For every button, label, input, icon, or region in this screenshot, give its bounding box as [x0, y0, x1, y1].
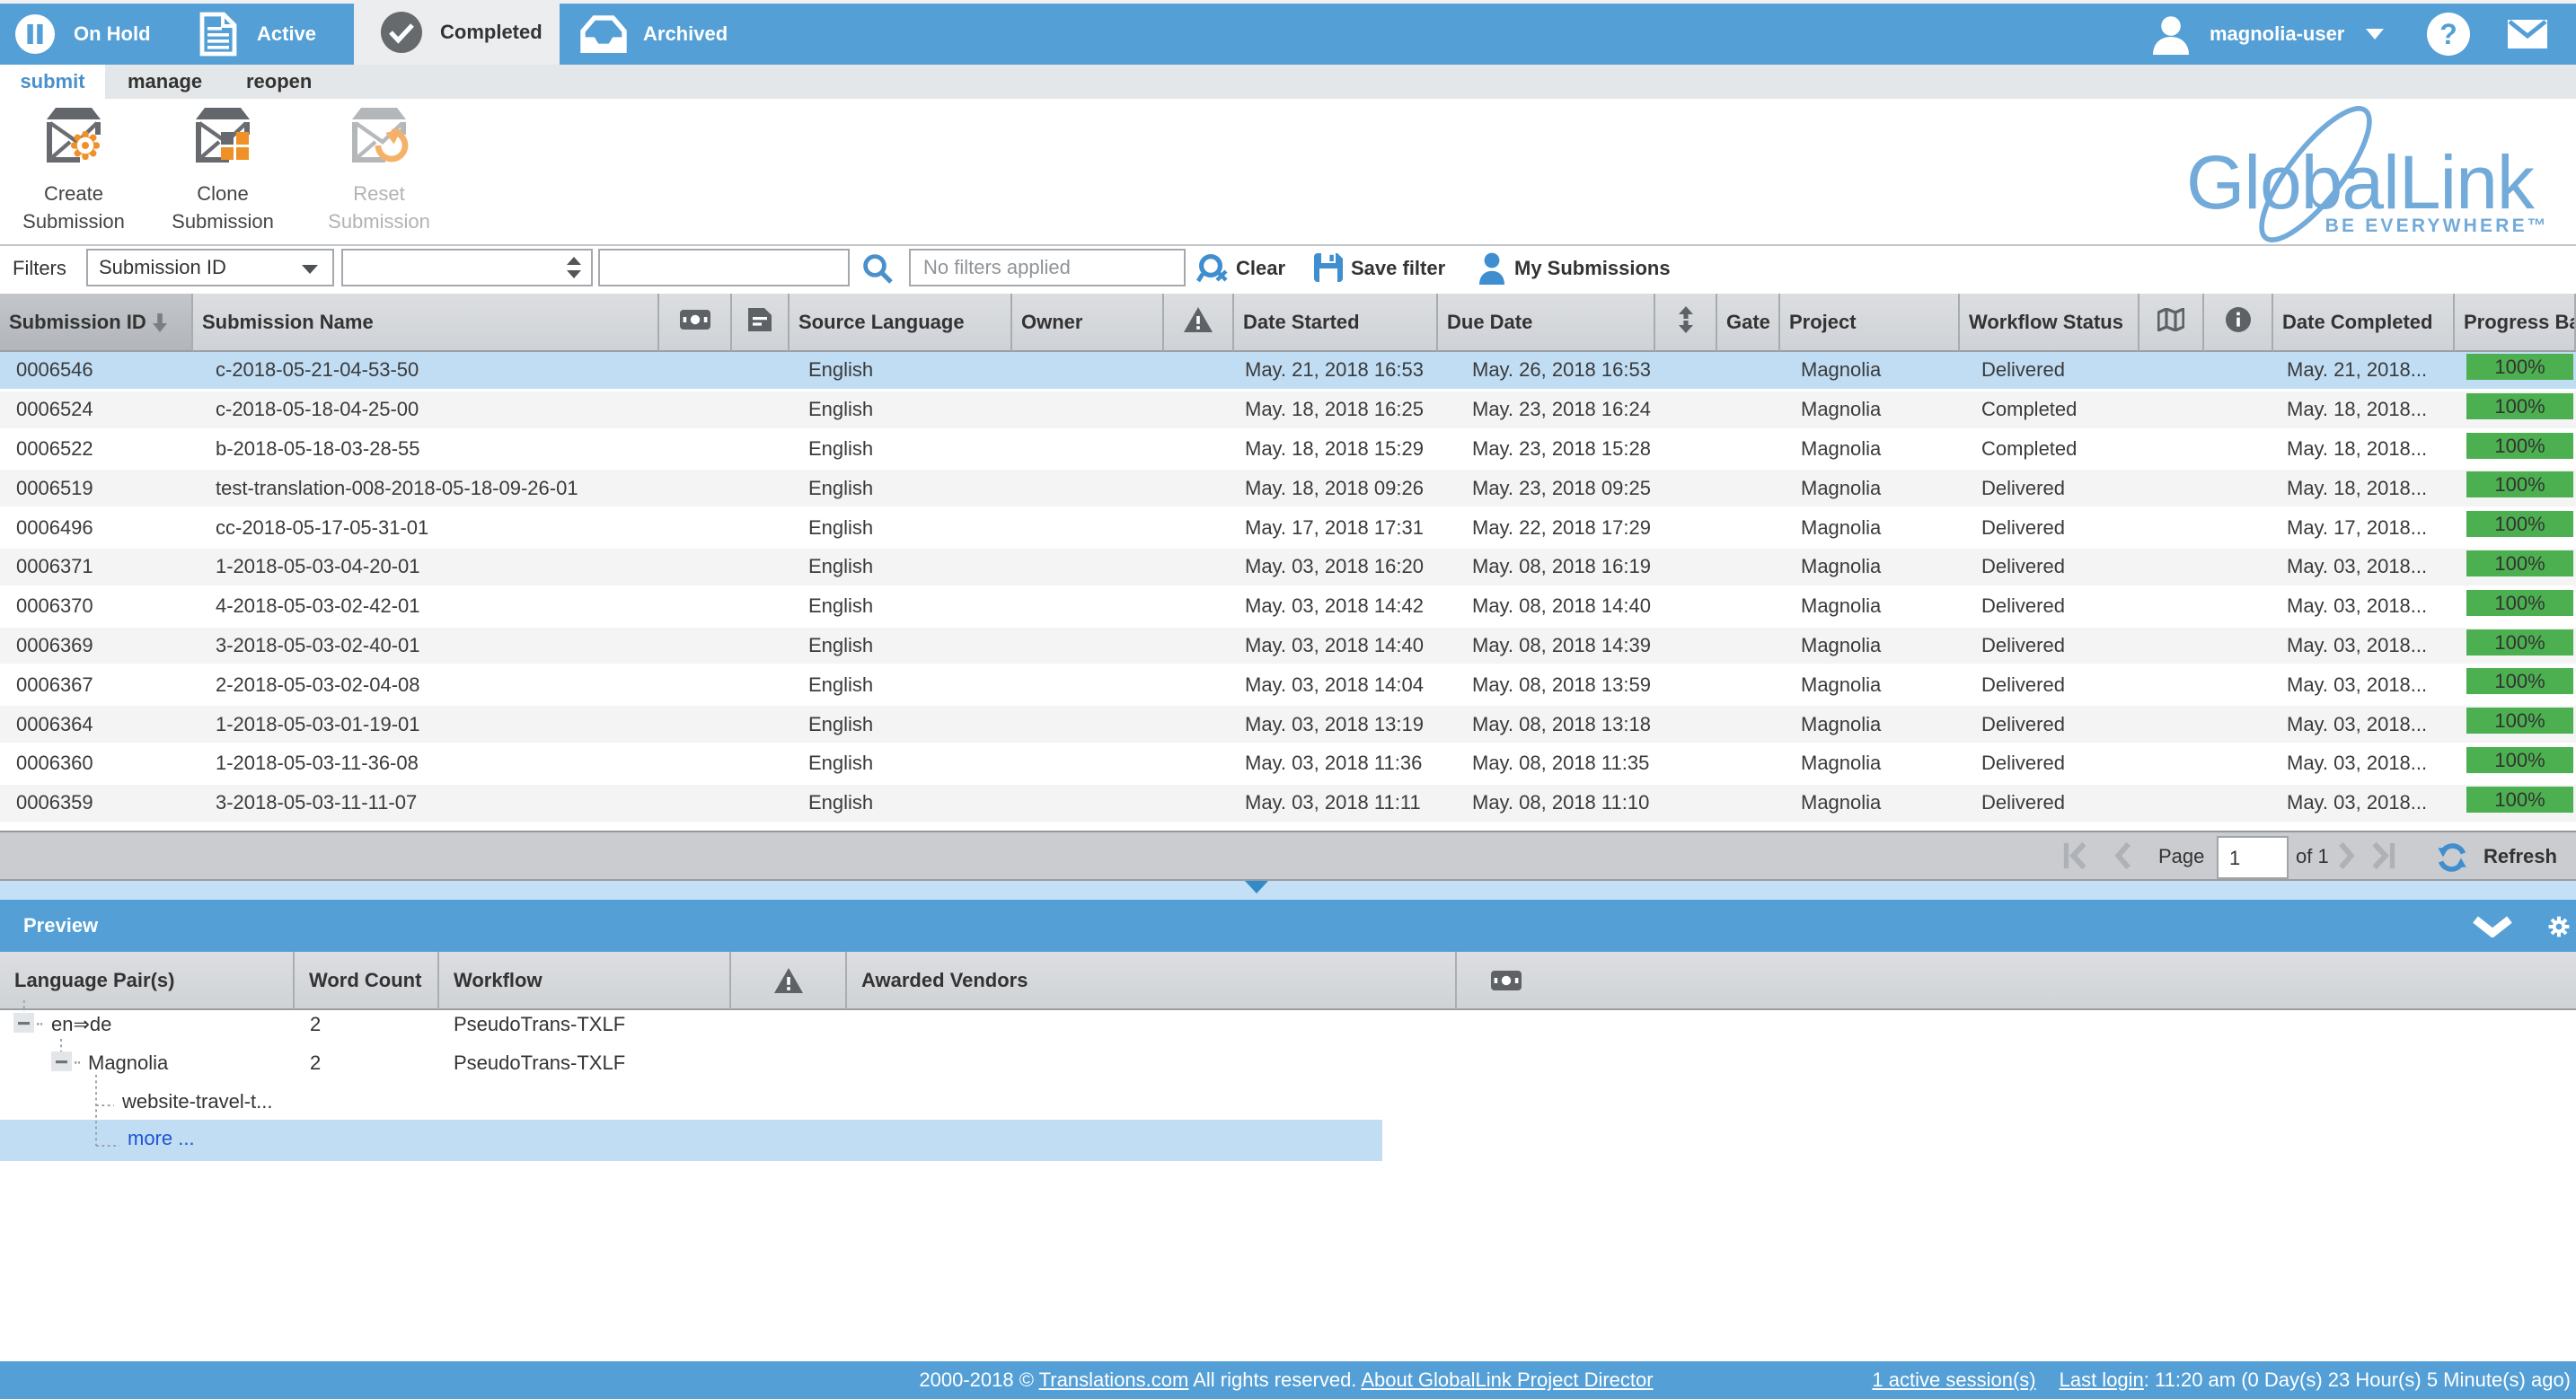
svg-text:?: ?: [2439, 18, 2457, 50]
svg-text:BE EVERYWHERE™: BE EVERYWHERE™: [2325, 216, 2549, 236]
svg-text:GlobalLink: GlobalLink: [2186, 140, 2536, 224]
